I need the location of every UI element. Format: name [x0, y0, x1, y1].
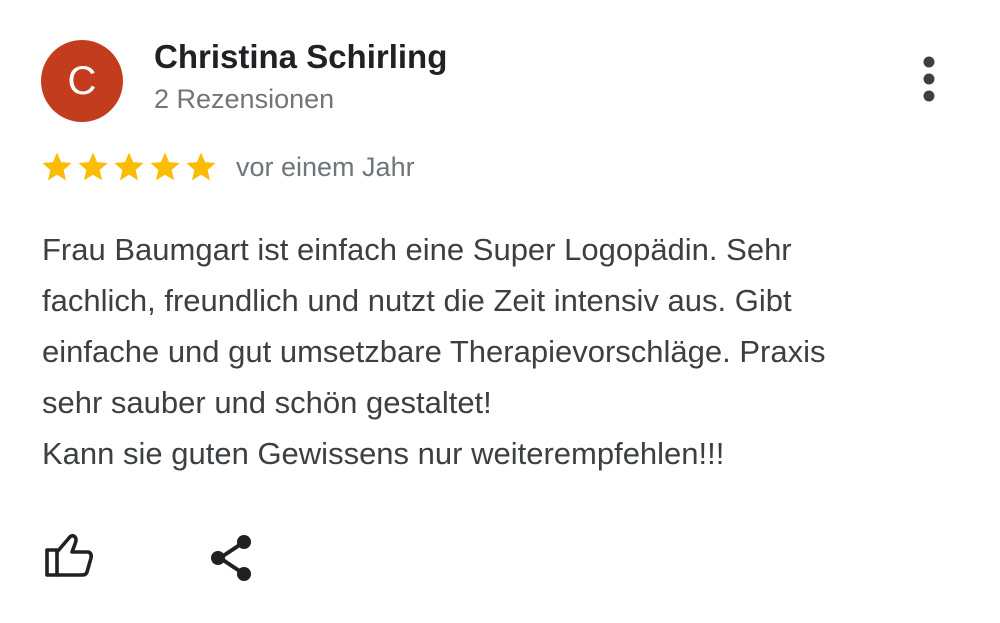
- star-icon: [42, 152, 72, 181]
- star-icon: [186, 152, 216, 181]
- star-icon: [150, 152, 180, 181]
- review-time: vor einem Jahr: [236, 152, 415, 182]
- author-name[interactable]: Christina Schirling: [154, 38, 447, 76]
- star-icon: [114, 152, 144, 181]
- review-text-line: Kann sie guten Gewissens nur weiterempfe…: [42, 436, 725, 471]
- avatar[interactable]: C: [41, 40, 123, 122]
- review-text-line: sehr sauber und schön gestaltet!: [42, 385, 492, 420]
- avatar-initial: C: [67, 58, 97, 103]
- review-text-line: Frau Baumgart ist einfach eine Super Log…: [42, 232, 792, 267]
- more-options-button[interactable]: [908, 52, 950, 108]
- star-rating: [40, 148, 218, 188]
- review-text-line: einfache und gut umsetzbare Therapievors…: [42, 334, 826, 369]
- like-button[interactable]: [40, 530, 96, 580]
- more-vert-icon: [923, 56, 935, 102]
- review-count: 2 Rezensionen: [154, 84, 335, 114]
- star-icon: [78, 152, 108, 181]
- thumbs-up-icon: [45, 533, 93, 577]
- share-icon: [211, 535, 251, 581]
- share-button[interactable]: [206, 532, 256, 584]
- review-text-line: fachlich, freundlich und nutzt die Zeit …: [42, 283, 792, 318]
- review-text: Frau Baumgart ist einfach eine Super Log…: [42, 224, 972, 479]
